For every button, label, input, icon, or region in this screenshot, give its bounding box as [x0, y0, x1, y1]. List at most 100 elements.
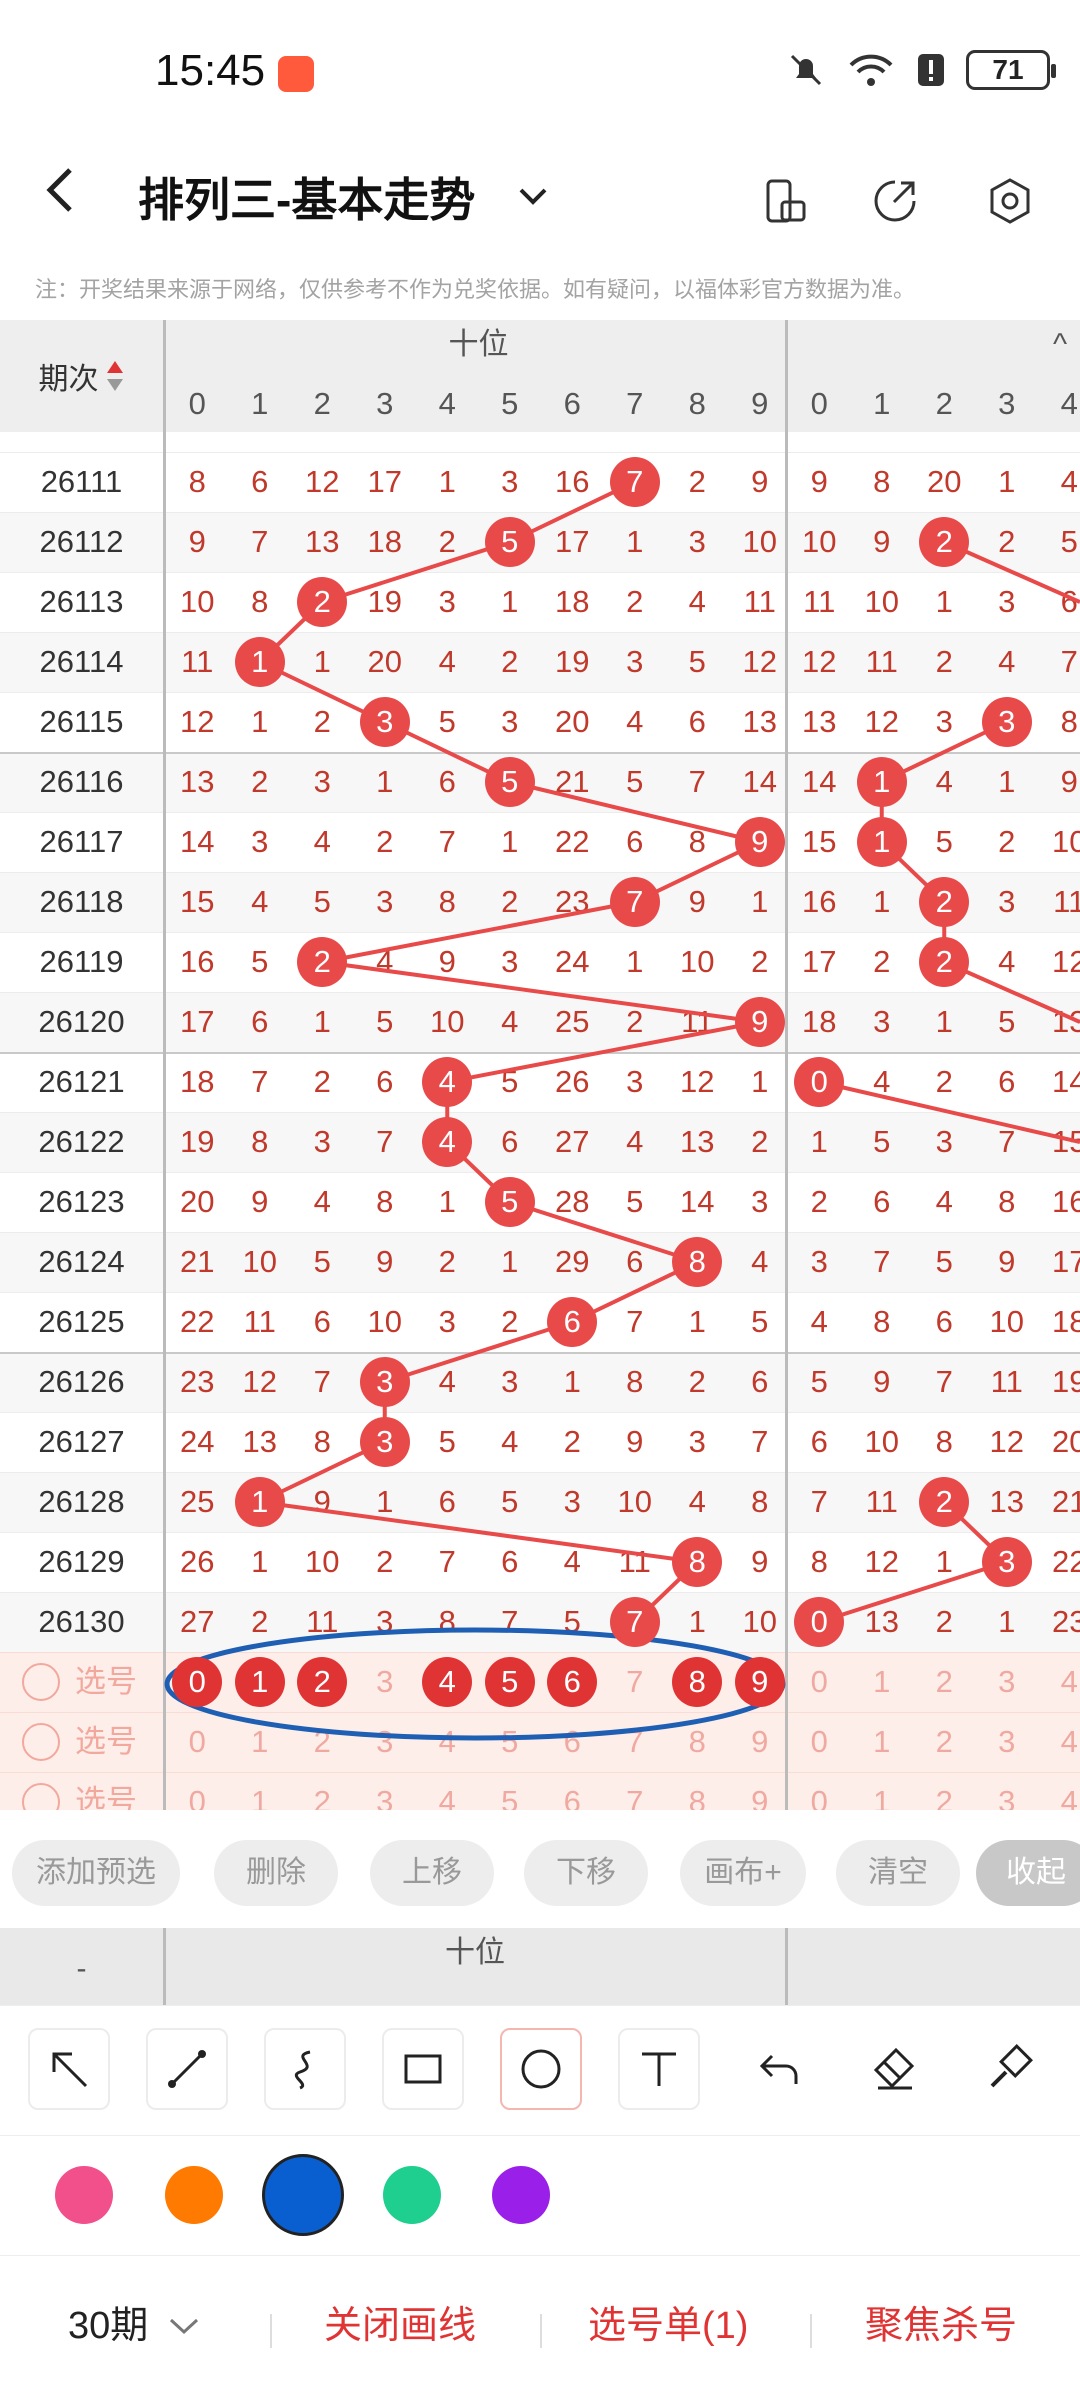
- color-swatch-orange[interactable]: [165, 2166, 223, 2224]
- pick-digit[interactable]: 5: [479, 1772, 542, 1810]
- pick-list-button[interactable]: 选号单(1): [588, 2296, 748, 2356]
- move-up-button[interactable]: 上移: [370, 1840, 494, 1906]
- selected-digit-ball[interactable]: 9: [734, 1657, 785, 1707]
- pick-digit[interactable]: 4: [1038, 1772, 1080, 1810]
- pick-digit[interactable]: 7: [604, 1772, 667, 1810]
- brush-tool[interactable]: [968, 2028, 1050, 2110]
- pick-digit[interactable]: 0: [166, 1772, 229, 1810]
- selected-digit-ball[interactable]: 2: [297, 1657, 348, 1707]
- pick-digit[interactable]: 4: [416, 1712, 479, 1772]
- eraser-tool[interactable]: [852, 2028, 934, 2110]
- color-swatch-purple[interactable]: [492, 2166, 550, 2224]
- curve-tool[interactable]: [264, 2028, 346, 2110]
- pick-digit[interactable]: 2: [913, 1772, 976, 1810]
- pick-digit[interactable]: 1: [229, 1772, 292, 1810]
- omission-cell: 8: [313, 1424, 331, 1459]
- trend-chart[interactable]: 期次 十位 ^ 0 1 2 3 4 5 6 7 8 9 0 1 2 3 4 26111 8 6 12 17 1 3 16 2 9 9…: [0, 320, 1080, 1810]
- circle-tool[interactable]: [500, 2028, 582, 2110]
- collapse-button[interactable]: 收起: [976, 1840, 1080, 1906]
- omission-cell: 3: [313, 764, 331, 799]
- selected-digit-ball[interactable]: 1: [234, 1657, 285, 1707]
- color-swatch-pink[interactable]: [55, 2166, 113, 2224]
- pick-digit[interactable]: 1: [229, 1712, 292, 1772]
- pick-digit[interactable]: 0: [788, 1712, 851, 1772]
- pick-radio[interactable]: [22, 1663, 60, 1701]
- omission-cell: 1: [501, 1244, 519, 1279]
- pick-digit[interactable]: 4: [1038, 1712, 1080, 1772]
- focus-kill-button[interactable]: 聚焦杀号: [865, 2296, 1017, 2356]
- pick-digit[interactable]: 6: [541, 1712, 604, 1772]
- omission-cell: 12: [864, 704, 899, 739]
- text-tool[interactable]: [618, 2028, 700, 2110]
- selected-digit-ball[interactable]: 5: [484, 1657, 535, 1707]
- pick-digit[interactable]: 9: [729, 1772, 792, 1810]
- pick-digit[interactable]: 1: [851, 1772, 914, 1810]
- share-button[interactable]: [860, 166, 930, 236]
- pick-digit[interactable]: 3: [976, 1712, 1039, 1772]
- arrow-tool[interactable]: [28, 2028, 110, 2110]
- pick-digit[interactable]: 3: [354, 1772, 417, 1810]
- pick-label: 选号: [75, 1724, 137, 1759]
- pick-digit[interactable]: 2: [291, 1712, 354, 1772]
- period-count-selector[interactable]: 30期: [68, 2296, 201, 2356]
- tens-hit-ball: 5: [484, 1177, 535, 1227]
- pick-digit[interactable]: 1: [851, 1712, 914, 1772]
- pick-digit[interactable]: 9: [729, 1712, 792, 1772]
- pick-digit[interactable]: 7: [604, 1652, 667, 1712]
- color-swatch-green[interactable]: [383, 2166, 441, 2224]
- pick-digit[interactable]: 3: [354, 1652, 417, 1712]
- screen-rotate-button[interactable]: [750, 166, 820, 236]
- undo-button[interactable]: [736, 2028, 818, 2110]
- selected-digit-ball[interactable]: 8: [672, 1657, 723, 1707]
- pick-digit[interactable]: 3: [354, 1712, 417, 1772]
- units-digit-header: 0: [810, 386, 828, 421]
- omission-cell: 8: [751, 1484, 769, 1519]
- bottom-bar: 30期 关闭画线 选号单(1) 聚焦杀号: [0, 2255, 1080, 2400]
- tens-hit-ball: 5: [484, 517, 535, 567]
- delete-button[interactable]: 删除: [214, 1840, 338, 1906]
- tens-hit-ball: 1: [234, 1477, 285, 1527]
- close-draw-button[interactable]: 关闭画线: [324, 2296, 476, 2356]
- period-header-label: 期次: [38, 363, 99, 396]
- omission-cell: 1: [935, 1544, 953, 1579]
- pick-digit[interactable]: 3: [976, 1772, 1039, 1810]
- pick-digit[interactable]: 4: [416, 1772, 479, 1810]
- pick-digit[interactable]: 8: [666, 1772, 729, 1810]
- pick-digit[interactable]: 2: [291, 1772, 354, 1810]
- omission-cell: 24: [555, 944, 590, 979]
- period-cell: 26128: [38, 1484, 125, 1519]
- omission-cell: 27: [555, 1124, 590, 1159]
- add-preselection-button[interactable]: 添加预选: [12, 1840, 180, 1906]
- back-button[interactable]: [40, 160, 100, 240]
- selected-digit-ball[interactable]: 4: [422, 1657, 473, 1707]
- pick-digit[interactable]: 7: [604, 1712, 667, 1772]
- pick-digit[interactable]: 2: [913, 1712, 976, 1772]
- line-tool[interactable]: [146, 2028, 228, 2110]
- pick-radio[interactable]: [22, 1723, 60, 1761]
- page-title[interactable]: 排列三-基本走势: [138, 160, 475, 240]
- pick-digit[interactable]: 2: [913, 1652, 976, 1712]
- clear-button[interactable]: 清空: [836, 1840, 960, 1906]
- pick-digit[interactable]: 8: [666, 1712, 729, 1772]
- move-down-button[interactable]: 下移: [524, 1840, 648, 1906]
- pick-digit[interactable]: 6: [541, 1772, 604, 1810]
- rectangle-tool[interactable]: [382, 2028, 464, 2110]
- omission-cell: 1: [998, 764, 1016, 799]
- pick-digit[interactable]: 0: [166, 1712, 229, 1772]
- canvas-add-button[interactable]: 画布+: [680, 1840, 806, 1906]
- pick-digit[interactable]: 0: [788, 1652, 851, 1712]
- settings-button[interactable]: [975, 166, 1045, 236]
- selected-digit-ball[interactable]: 6: [547, 1657, 598, 1707]
- title-dropdown-button[interactable]: [515, 170, 551, 230]
- pick-digit[interactable]: 1: [851, 1652, 914, 1712]
- omission-cell: 27: [180, 1604, 215, 1639]
- omission-cell: 2: [998, 524, 1016, 559]
- selected-digit-ball[interactable]: 0: [172, 1657, 223, 1707]
- pick-digit[interactable]: 4: [1038, 1652, 1080, 1712]
- pick-digit[interactable]: 5: [479, 1712, 542, 1772]
- omission-cell: 19: [367, 584, 402, 619]
- period-sort-header[interactable]: 期次: [0, 320, 163, 432]
- color-swatch-blue-selected[interactable]: [262, 2154, 344, 2236]
- pick-digit[interactable]: 0: [788, 1772, 851, 1810]
- pick-digit[interactable]: 3: [976, 1652, 1039, 1712]
